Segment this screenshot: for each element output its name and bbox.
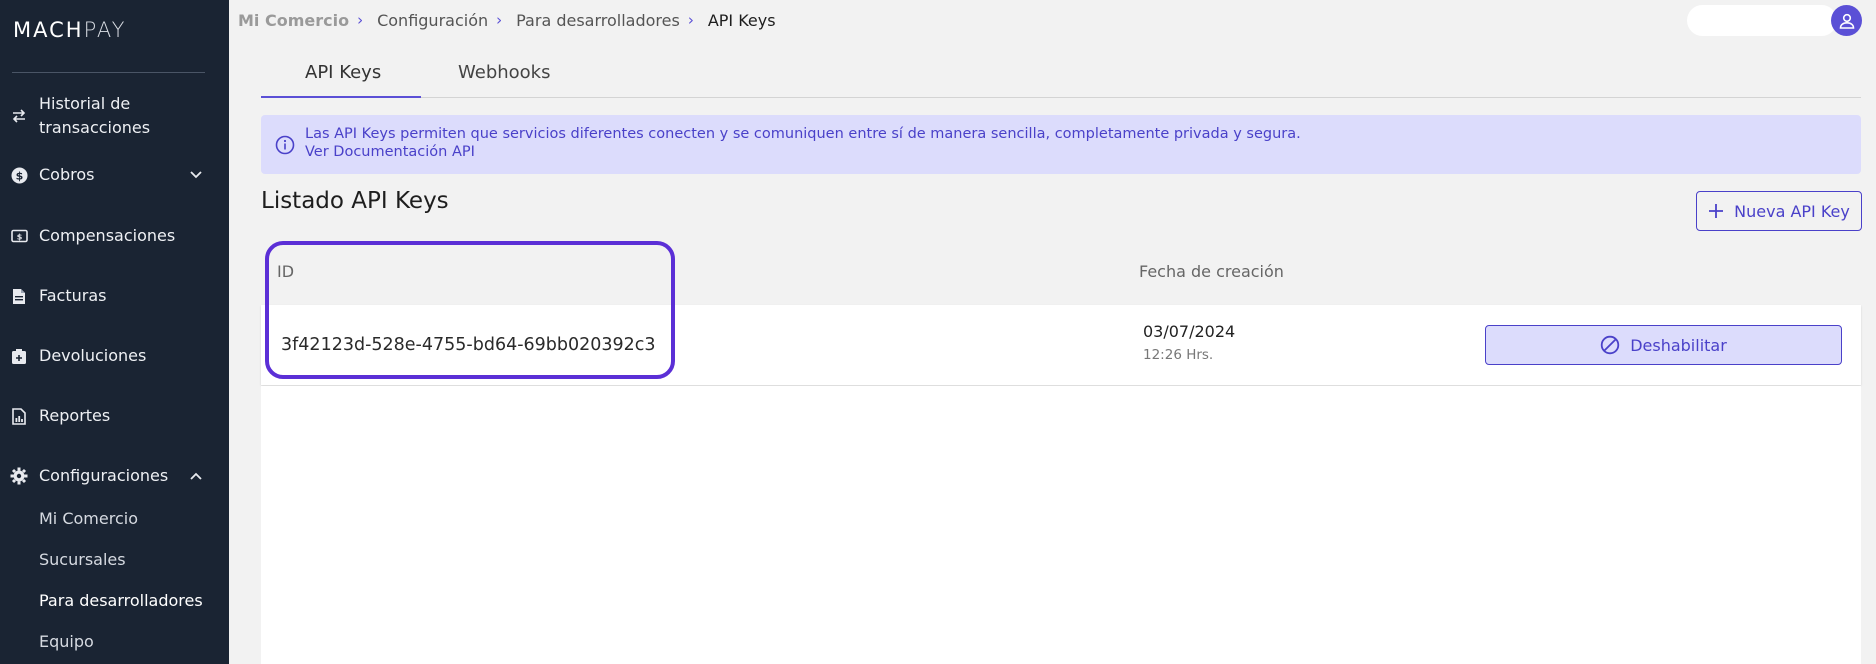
sidebar-subitem-equipo[interactable]: Equipo [39, 632, 94, 652]
column-header-id: ID [277, 262, 295, 281]
breadcrumb-api-keys: API Keys [707, 10, 776, 30]
swap-arrows-icon [10, 107, 28, 125]
dollar-coin-icon: $ [10, 166, 28, 184]
sidebar-item-label: Facturas [39, 286, 107, 305]
breadcrumb-separator: › [357, 11, 364, 29]
info-text-block: Las API Keys permiten que servicios dife… [305, 125, 1301, 161]
api-docs-link[interactable]: Ver Documentación API [305, 143, 1301, 161]
breadcrumb-separator: › [687, 11, 694, 29]
info-banner: Las API Keys permiten que servicios dife… [261, 115, 1861, 174]
gear-icon [10, 467, 28, 485]
tab-api-keys[interactable]: API Keys [305, 62, 381, 83]
chevron-up-icon[interactable] [188, 468, 204, 484]
sidebar-item-label: Compensaciones [39, 226, 176, 245]
new-api-key-button[interactable]: Nueva API Key [1696, 191, 1862, 231]
user-avatar-button[interactable] [1831, 5, 1862, 36]
sidebar-item-historial[interactable]: Historial de transacciones [0, 92, 229, 140]
svg-text:$: $ [16, 233, 22, 242]
disable-label: Deshabilitar [1630, 335, 1727, 355]
tabs-bar: API Keys Webhooks [261, 52, 1861, 98]
chevron-down-icon[interactable] [188, 167, 204, 183]
sidebar-item-devoluciones[interactable]: Devoluciones [0, 344, 229, 368]
breadcrumb-configuracion[interactable]: Configuración [377, 11, 488, 30]
cash-bill-icon: $ [10, 227, 28, 245]
breadcrumb-separator: › [496, 11, 503, 29]
sidebar-divider [12, 72, 205, 73]
breadcrumb-para-desarrolladores[interactable]: Para desarrolladores [516, 11, 680, 30]
table-empty-area [261, 386, 1861, 664]
sidebar-subitem-mi-comercio[interactable]: Mi Comercio [39, 509, 138, 529]
table-row: 3f42123d-528e-4755-bd64-69bb020392c3 03/… [261, 305, 1861, 385]
disable-api-key-button[interactable]: Deshabilitar [1485, 325, 1842, 365]
info-message: Las API Keys permiten que servicios dife… [305, 126, 1301, 142]
sidebar-subitem-sucursales[interactable]: Sucursales [39, 550, 126, 570]
user-icon [1839, 13, 1854, 29]
plus-icon [1709, 204, 1724, 218]
logo-thin: PAY [83, 18, 127, 42]
machpay-logo[interactable]: MACHPAY [13, 18, 126, 42]
column-header-created: Fecha de creación [1139, 262, 1284, 281]
breadcrumb-mi-comercio[interactable]: Mi Comercio [238, 11, 349, 30]
sidebar-item-label: Historial de transacciones [39, 94, 151, 137]
chart-report-icon [10, 407, 28, 425]
sidebar-item-compensaciones[interactable]: $ Compensaciones [0, 224, 229, 248]
sidebar-item-label: Cobros [39, 165, 95, 184]
sidebar-subitem-para-desarrolladores[interactable]: Para desarrolladores [39, 591, 203, 611]
sidebar-item-label: Reportes [39, 406, 111, 425]
ban-icon [1601, 335, 1620, 355]
sidebar-item-label: Configuraciones [39, 466, 169, 485]
logo-bold: MACH [13, 18, 84, 42]
active-tab-underline [261, 96, 421, 98]
sidebar-item-cobros[interactable]: $ Cobros [0, 163, 229, 187]
sidebar-item-configuraciones[interactable]: Configuraciones [0, 464, 229, 488]
list-title: Listado API Keys [261, 188, 449, 214]
breadcrumb: Mi Comercio › Configuración › Para desar… [238, 9, 776, 31]
sidebar-item-label: Devoluciones [39, 346, 147, 365]
info-icon [275, 135, 295, 159]
created-date: 03/07/2024 [1143, 322, 1236, 341]
created-time: 12:26 Hrs. [1143, 347, 1214, 363]
sidebar: MACHPAY Historial de transacciones $ Cobr… [0, 0, 229, 664]
tab-webhooks[interactable]: Webhooks [458, 62, 550, 83]
sidebar-item-reportes[interactable]: Reportes [0, 404, 229, 428]
document-icon [10, 287, 28, 305]
header-search-pill[interactable] [1687, 5, 1837, 36]
api-key-id: 3f42123d-528e-4755-bd64-69bb020392c3 [281, 335, 656, 355]
svg-text:$: $ [15, 169, 23, 182]
sidebar-item-facturas[interactable]: Facturas [0, 284, 229, 308]
new-api-key-label: Nueva API Key [1734, 201, 1850, 221]
return-box-icon [10, 347, 28, 365]
